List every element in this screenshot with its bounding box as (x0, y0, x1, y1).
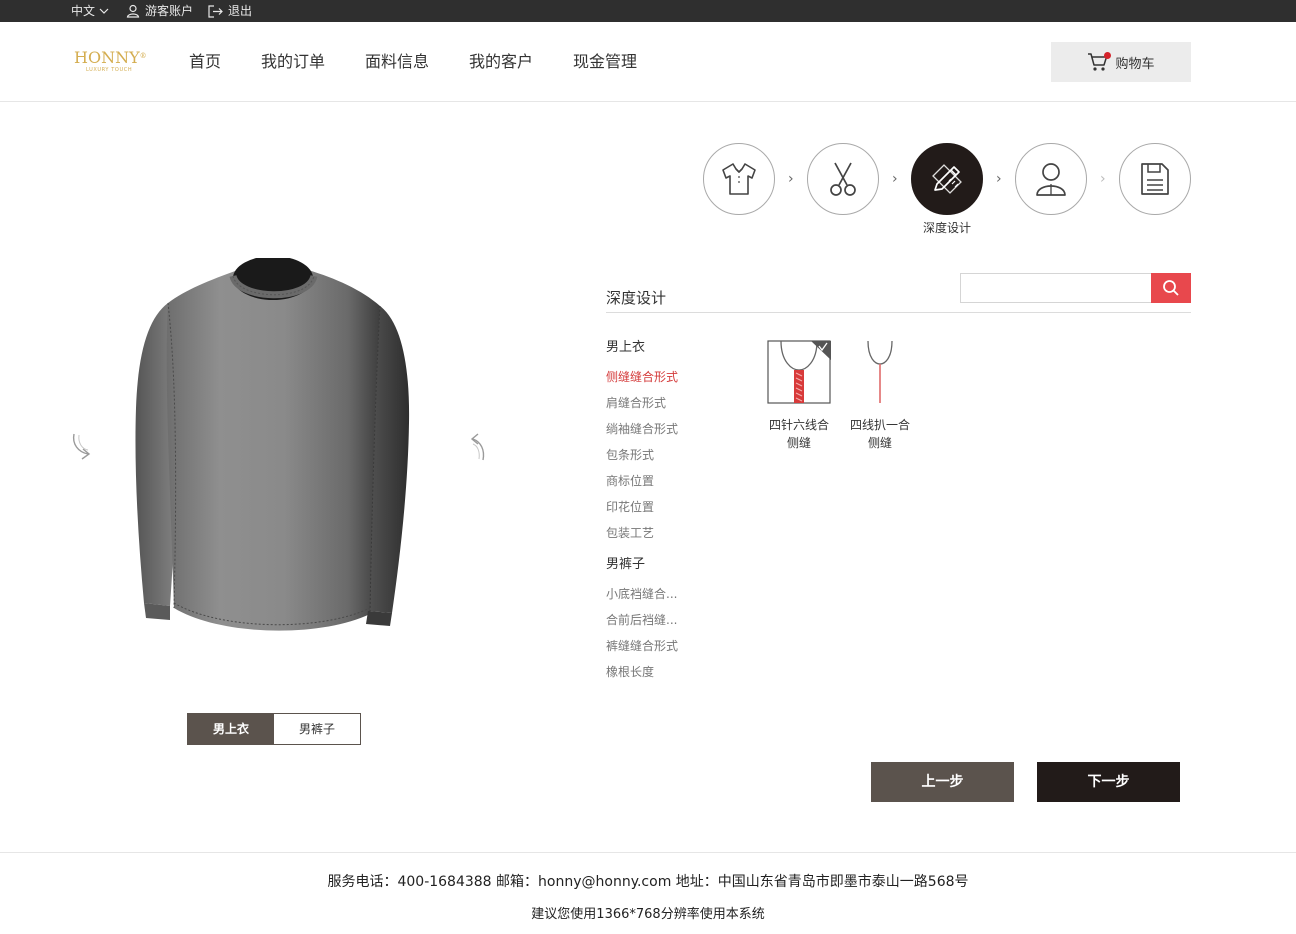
step-fabric[interactable] (807, 143, 879, 215)
option-caption: 四针六线合 侧缝 (754, 416, 844, 452)
next-step-button[interactable]: 下一步 (1037, 762, 1180, 802)
cart-label: 购物车 (1115, 56, 1155, 72)
panel-divider (606, 312, 1191, 313)
search-button[interactable] (1151, 273, 1191, 303)
scissors-icon (830, 162, 856, 196)
toggle-mens-pants[interactable]: 男裤子 (274, 714, 360, 744)
nav-fabric-info[interactable]: 面料信息 (365, 22, 429, 102)
main-header: HONNY® LUXURY TOUCH 首页 我的订单 面料信息 我的客户 现金… (0, 22, 1296, 102)
menu-item-leg-seam[interactable]: 裤缝缝合形式 (606, 637, 678, 654)
language-label: 中文 (71, 4, 96, 18)
step-arrow-2: › (892, 171, 898, 187)
option-caption: 四线扒一合 侧缝 (835, 416, 925, 452)
option-swatch (848, 340, 912, 404)
pencil-ruler-icon (932, 164, 962, 194)
step-save[interactable] (1119, 143, 1191, 215)
menu-item-binding[interactable]: 包条形式 (606, 446, 654, 463)
previous-step-button[interactable]: 上一步 (871, 762, 1014, 802)
step-garment[interactable] (703, 143, 775, 215)
menu-item-side-seam[interactable]: 侧缝缝合形式 (606, 368, 678, 385)
step-customer[interactable] (1015, 143, 1087, 215)
active-step-label: 深度设计 (922, 221, 971, 235)
menu-item-gusset-seam[interactable]: 小底裆缝合... (606, 585, 677, 602)
cart-notification-dot (1104, 52, 1112, 59)
garment-toggle: 男上衣 男裤子 (187, 713, 361, 745)
search-input[interactable] (961, 274, 1151, 302)
rotate-right-icon[interactable] (465, 432, 489, 462)
nav-cash-management[interactable]: 现金管理 (573, 22, 637, 102)
logout-label: 退出 (228, 4, 253, 18)
menu-item-crotch-seam[interactable]: 合前后裆缝... (606, 611, 677, 628)
save-icon (1141, 163, 1169, 195)
menu-item-sleeve-seam[interactable]: 绱袖缝合形式 (606, 420, 678, 437)
chevron-down-icon (99, 8, 109, 14)
honny-logo[interactable]: HONNY® LUXURY TOUCH (74, 49, 148, 79)
search-icon (1163, 280, 1179, 296)
menu-item-packaging[interactable]: 包装工艺 (606, 524, 654, 541)
option-four-needle-six-thread[interactable]: 四针六线合 侧缝 (767, 340, 831, 450)
category-mens-top: 男上衣 (606, 340, 646, 355)
option-caption-line1: 四线扒一合 (849, 418, 910, 432)
logout-link[interactable]: 退出 (208, 0, 252, 22)
option-caption-line2: 侧缝 (786, 436, 811, 450)
footer-contact: 服务电话：400-1684388 邮箱：honny@honny.com 地址：中… (327, 874, 969, 890)
logout-icon (208, 4, 223, 18)
category-mens-pants: 男裤子 (606, 557, 646, 572)
search-box (960, 273, 1191, 303)
top-bar: 中文 游客账户 退出 (0, 0, 1296, 22)
cart-button[interactable]: 购物车 (1051, 42, 1191, 82)
option-swatch (767, 340, 831, 404)
step-deep-design[interactable] (911, 143, 983, 215)
step-arrow-3: › (996, 171, 1002, 187)
user-icon (1036, 163, 1066, 196)
nav-my-orders[interactable]: 我的订单 (261, 22, 325, 102)
nav-home[interactable]: 首页 (189, 22, 221, 102)
language-switcher[interactable]: 中文 (71, 0, 109, 22)
guest-account-link[interactable]: 游客账户 (126, 0, 193, 22)
cart-icon (1087, 52, 1112, 72)
option-caption-line2: 侧缝 (867, 436, 892, 450)
page-footer: 服务电话：400-1684388 邮箱：honny@honny.com 地址：中… (0, 852, 1296, 934)
menu-item-label-position[interactable]: 商标位置 (606, 472, 654, 489)
logo-tagline: LUXURY TOUCH (86, 67, 133, 73)
shirt-3d-preview (135, 258, 410, 631)
option-caption-line1: 四针六线合 (768, 418, 829, 432)
menu-item-elastic-length[interactable]: 橡根长度 (606, 663, 654, 680)
step-arrow-1: › (788, 171, 794, 187)
toggle-mens-top[interactable]: 男上衣 (188, 714, 274, 744)
option-four-thread-overlock[interactable]: 四线扒一合 侧缝 (848, 340, 912, 450)
user-icon (126, 4, 140, 18)
menu-item-print-position[interactable]: 印花位置 (606, 498, 654, 515)
footer-resolution-note: 建议您使用1366*768分辨率使用本系统 (531, 907, 765, 922)
nav-my-customers[interactable]: 我的客户 (469, 22, 533, 102)
step-arrow-4: › (1100, 171, 1106, 187)
logo-brand: HONNY (74, 48, 140, 67)
guest-account-label: 游客账户 (145, 4, 194, 18)
menu-item-shoulder-seam[interactable]: 肩缝合形式 (606, 394, 666, 411)
shirt-icon (722, 163, 756, 195)
panel-title: 深度设计 (606, 289, 667, 307)
rotate-left-icon[interactable] (70, 432, 94, 462)
